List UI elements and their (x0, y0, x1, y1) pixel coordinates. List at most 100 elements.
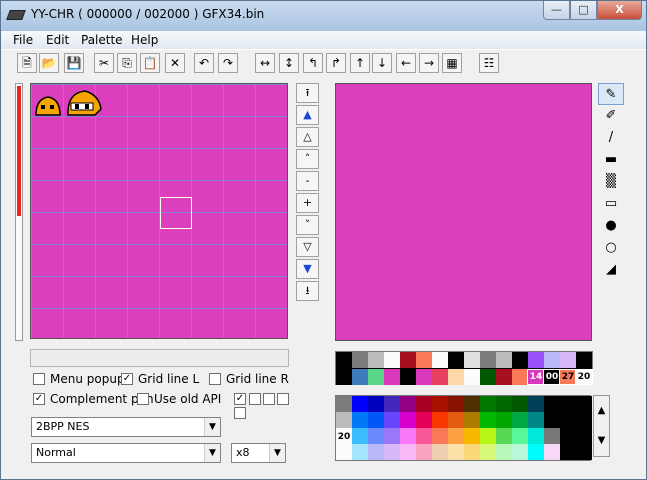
delete-icon[interactable]: ✕ (165, 53, 185, 73)
pattern-pen-tool[interactable]: ✐ (598, 105, 624, 127)
scroll-page-down-fast-button[interactable]: ▼ (296, 259, 319, 279)
master-palette-color[interactable] (464, 428, 480, 444)
flip-vertical-icon[interactable]: ↕ (279, 53, 299, 73)
master-palette-color[interactable] (368, 444, 384, 460)
master-palette-color[interactable] (512, 412, 528, 428)
master-palette-color[interactable] (448, 444, 464, 460)
maximize-button[interactable]: □ (570, 1, 597, 20)
palette-swatch[interactable] (352, 352, 368, 368)
master-palette-color[interactable] (416, 444, 432, 460)
bit-checkbox-1[interactable]: ✓ (234, 393, 246, 405)
scroll-page-down-button[interactable]: ▽ (296, 237, 319, 257)
palette-swatch[interactable] (560, 352, 576, 368)
master-palette-color[interactable] (432, 396, 448, 412)
palette-swatch[interactable] (336, 369, 352, 385)
master-palette-color[interactable] (560, 444, 576, 460)
replace-color-icon[interactable]: ▦ (442, 53, 462, 73)
master-palette-color[interactable] (576, 444, 592, 460)
dither-rect-tool[interactable]: ▒ (598, 171, 624, 193)
pen-tool[interactable]: ✎ (598, 83, 624, 105)
mode-select[interactable]: Normal ▼ (31, 443, 221, 463)
master-palette-color[interactable] (352, 428, 368, 444)
palette-swatch[interactable] (576, 352, 592, 368)
master-palette-color[interactable] (336, 396, 352, 412)
master-palette-color[interactable] (528, 444, 544, 460)
master-palette-color[interactable] (400, 412, 416, 428)
tile-grid[interactable] (30, 83, 288, 339)
master-palette-color[interactable] (336, 444, 352, 460)
menu-help[interactable]: Help (131, 33, 158, 47)
master-palette-color[interactable] (576, 412, 592, 428)
shift-down-icon[interactable]: ↓ (372, 53, 392, 73)
palette-swatch[interactable] (384, 352, 400, 368)
master-palette-color[interactable] (384, 396, 400, 412)
palette-swatch[interactable] (512, 352, 528, 368)
master-palette-color[interactable] (560, 396, 576, 412)
master-palette-color[interactable] (400, 444, 416, 460)
paste-icon[interactable]: 📋 (140, 53, 160, 73)
palette-index-label[interactable]: 20 (575, 369, 593, 385)
master-palette[interactable]: 20 (335, 395, 592, 461)
palette-swatch[interactable] (432, 369, 448, 385)
scroll-plus-button[interactable]: + (296, 193, 319, 213)
redo-icon[interactable]: ↷ (218, 53, 238, 73)
fill-bucket-tool[interactable]: ◢ (598, 259, 624, 281)
master-palette-color[interactable] (448, 396, 464, 412)
rect-outline-tool[interactable]: ▭ (598, 193, 624, 215)
shift-up-icon[interactable]: ↑ (350, 53, 370, 73)
palette-swatch[interactable] (336, 352, 352, 368)
palette-swatch[interactable] (448, 352, 464, 368)
palette-up-button[interactable]: ▲ (594, 396, 609, 426)
master-palette-color[interactable] (512, 396, 528, 412)
palette-swatch[interactable] (480, 369, 496, 385)
palette-scrollbar[interactable]: ▲ ▼ (593, 395, 610, 457)
line-tool[interactable]: / (598, 127, 624, 149)
master-palette-color[interactable] (480, 444, 496, 460)
scroll-line-up-button[interactable]: ˄ (296, 149, 319, 169)
palette-index-label[interactable]: 14 (527, 369, 545, 385)
close-button[interactable]: X (597, 1, 642, 20)
scroll-page-up-button[interactable]: △ (296, 127, 319, 147)
master-palette-color[interactable] (528, 396, 544, 412)
master-palette-color[interactable] (544, 412, 560, 428)
master-palette-color[interactable] (480, 396, 496, 412)
master-palette-color[interactable] (560, 412, 576, 428)
grid-line-r-checkbox[interactable] (209, 373, 221, 385)
shift-left-icon[interactable]: ← (396, 53, 416, 73)
palette-down-button[interactable]: ▼ (594, 426, 609, 456)
cut-icon[interactable]: ✂ (94, 53, 114, 73)
master-palette-color[interactable] (544, 428, 560, 444)
master-palette-color[interactable] (544, 396, 560, 412)
palette-swatch[interactable] (528, 352, 544, 368)
master-palette-color[interactable] (464, 444, 480, 460)
minimize-button[interactable]: — (543, 1, 570, 20)
palette-swatch[interactable] (496, 369, 512, 385)
rotate-left-icon[interactable]: ↰ (303, 53, 323, 73)
master-palette-color[interactable] (496, 412, 512, 428)
palette-swatch[interactable] (368, 369, 384, 385)
master-palette-color[interactable] (416, 428, 432, 444)
palette-index-label[interactable]: 27 (559, 369, 577, 385)
palette-swatch[interactable] (384, 369, 400, 385)
tile-selection-box[interactable] (160, 197, 192, 229)
shift-right-icon[interactable]: → (419, 53, 439, 73)
master-palette-color[interactable] (416, 412, 432, 428)
master-palette-color[interactable] (400, 428, 416, 444)
master-palette-color[interactable] (480, 412, 496, 428)
palette-swatch[interactable] (400, 369, 416, 385)
bit-checkbox-2[interactable] (249, 393, 261, 405)
menu-popup-checkbox[interactable] (33, 373, 45, 385)
zoom-select[interactable]: x8 ▼ (231, 443, 286, 463)
rotate-right-icon[interactable]: ↱ (326, 53, 346, 73)
copy-icon[interactable]: ⎘ (117, 53, 137, 73)
palette-swatch[interactable] (512, 369, 528, 385)
scroll-bottom-button[interactable]: ⭳ (296, 281, 319, 301)
master-palette-color[interactable] (384, 428, 400, 444)
master-palette-color[interactable] (432, 412, 448, 428)
menu-palette[interactable]: Palette (81, 33, 123, 47)
scroll-minus-button[interactable]: - (296, 171, 319, 191)
master-palette-color[interactable] (416, 396, 432, 412)
master-palette-color[interactable] (496, 444, 512, 460)
palette-swatch[interactable] (416, 352, 432, 368)
master-palette-color[interactable] (352, 412, 368, 428)
